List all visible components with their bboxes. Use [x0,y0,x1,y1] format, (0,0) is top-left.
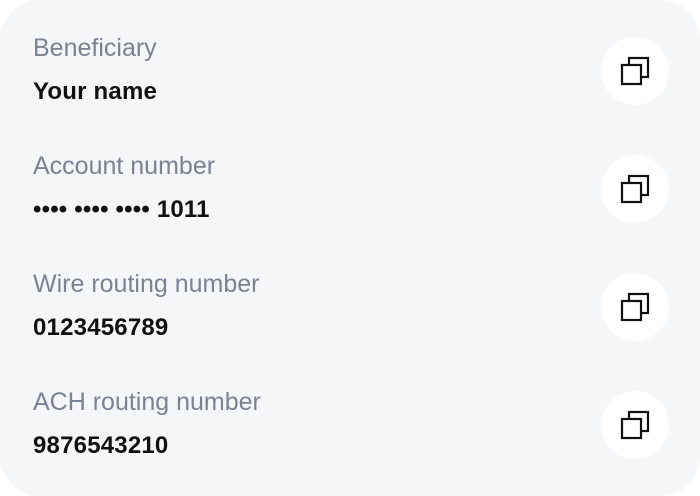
copy-ach-routing-button[interactable] [601,391,669,459]
field-label: ACH routing number [33,388,261,416]
field-ach-routing-number: ACH routing number 9876543210 [33,387,669,467]
field-value: 0123456789 [33,314,169,341]
field-label: Beneficiary [33,34,157,62]
field-value: Your name [33,78,158,105]
copy-icon [620,292,650,322]
field-label: Wire routing number [33,270,260,298]
copy-icon [620,174,650,204]
bank-details-card: Beneficiary Your name Account number •••… [0,0,700,496]
copy-wire-routing-button[interactable] [601,273,669,341]
copy-beneficiary-button[interactable] [601,37,669,105]
copy-icon [620,410,650,440]
field-wire-routing-number: Wire routing number 0123456789 [33,269,669,349]
field-beneficiary: Beneficiary Your name [33,33,669,113]
copy-icon [620,56,650,86]
field-label: Account number [33,152,216,180]
field-account-number: Account number •••• •••• •••• 1011 [33,151,669,231]
field-value: 9876543210 [33,432,169,459]
copy-account-number-button[interactable] [601,155,669,223]
field-value: •••• •••• •••• 1011 [33,196,210,223]
